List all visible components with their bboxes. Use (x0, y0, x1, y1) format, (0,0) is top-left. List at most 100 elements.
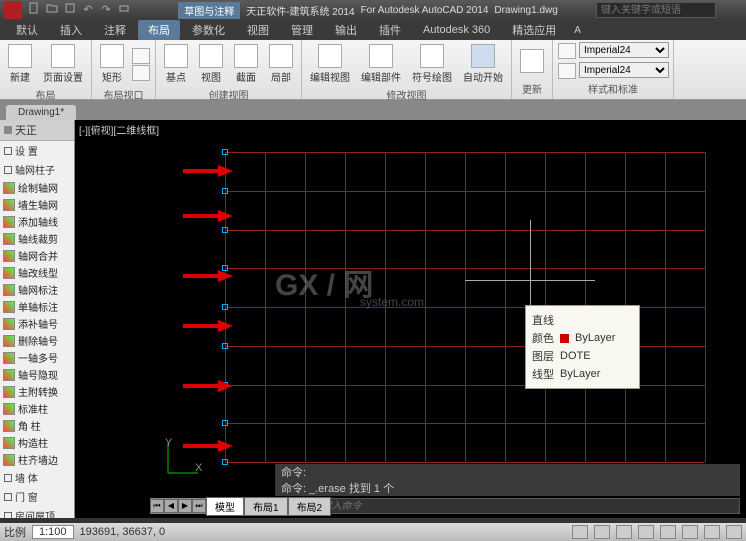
symbol-button[interactable]: 符号绘图 (408, 42, 456, 86)
proj-view-button[interactable]: 视图 (195, 42, 227, 86)
base-view-button[interactable]: 基点 (160, 42, 192, 86)
status-btn[interactable] (572, 525, 588, 539)
tab-annotate[interactable]: 注释 (94, 20, 136, 40)
tab-featured[interactable]: 精选应用 (502, 20, 566, 40)
style2-icon[interactable] (558, 63, 576, 79)
layout-prev-icon[interactable]: ◀ (164, 499, 178, 513)
layout-last-icon[interactable]: ⏭ (192, 499, 206, 513)
tab-a360[interactable]: Autodesk 360 (413, 22, 500, 38)
layout-tab-1[interactable]: 布局1 (244, 497, 288, 516)
sidebar-section[interactable]: 轴网柱子 (0, 160, 74, 179)
sidebar-list: 设 置轴网柱子绘制轴网墙生轴网添加轴线轴线裁剪轴网合并轴改线型轴网标注单轴标注添… (0, 141, 74, 518)
edit-comp-button[interactable]: 编辑部件 (357, 42, 405, 86)
tab-default[interactable]: 默认 (6, 20, 48, 40)
update-button[interactable] (516, 47, 548, 75)
qat-save-icon[interactable] (62, 2, 78, 18)
sidebar-item[interactable]: 柱齐墙边 (0, 451, 74, 468)
qat-new-icon[interactable] (26, 2, 42, 18)
style-select-2[interactable]: Imperial24 (579, 62, 669, 78)
sidebar-item[interactable]: 轴号隐现 (0, 366, 74, 383)
edit-view-button[interactable]: 编辑视图 (306, 42, 354, 86)
obj-vp-button[interactable] (132, 65, 150, 81)
new-layout-button[interactable]: 新建 (4, 42, 36, 86)
sidebar-section[interactable]: 房间屋顶 (0, 506, 74, 518)
tab-view[interactable]: 视图 (237, 20, 279, 40)
annotation-arrow-icon (183, 320, 233, 332)
draw-vp-button[interactable] (132, 48, 150, 64)
sidebar-section[interactable]: 墙 体 (0, 468, 74, 487)
sidebar-item[interactable]: 绘制轴网 (0, 179, 74, 196)
status-btn[interactable] (726, 525, 742, 539)
sidebar-item[interactable]: 构造柱 (0, 434, 74, 451)
layout-next-icon[interactable]: ▶ (178, 499, 192, 513)
viewport-label[interactable]: [-][俯视][二维线框] (79, 122, 159, 137)
layout-tab-model[interactable]: 模型 (206, 497, 244, 516)
status-btn[interactable] (660, 525, 676, 539)
tab-parametric[interactable]: 参数化 (182, 20, 235, 40)
sidebar-item[interactable]: 标准柱 (0, 400, 74, 417)
qat-print-icon[interactable] (116, 2, 132, 18)
status-btn[interactable] (616, 525, 632, 539)
scale-value[interactable]: 1:100 (32, 525, 74, 539)
ucs-icon[interactable]: XY (163, 438, 203, 478)
status-btn[interactable] (682, 525, 698, 539)
tt-key: 颜色 (532, 330, 554, 346)
sidebar-item[interactable]: 轴网标注 (0, 281, 74, 298)
tab-layout[interactable]: 布局 (138, 20, 180, 40)
sidebar-item[interactable]: 墙生轴网 (0, 196, 74, 213)
grip-icon[interactable] (222, 149, 228, 155)
sidebar-item[interactable]: 角 柱 (0, 417, 74, 434)
layout-first-icon[interactable]: ⏮ (150, 499, 164, 513)
sidebar-item[interactable]: 单轴标注 (0, 298, 74, 315)
app-icon[interactable] (4, 1, 22, 19)
file-tab[interactable]: Drawing1* (6, 105, 76, 120)
qat-redo-icon[interactable]: ↷ (98, 2, 114, 18)
sidebar-item[interactable]: 删除轴号 (0, 332, 74, 349)
help-search-input[interactable] (596, 2, 716, 18)
svg-text:X: X (195, 462, 203, 474)
auto-start-button[interactable]: 自动开始 (459, 42, 507, 86)
sidebar-item[interactable]: 轴改线型 (0, 264, 74, 281)
tab-insert[interactable]: 插入 (50, 20, 92, 40)
tab-output[interactable]: 输出 (325, 20, 367, 40)
grip-icon[interactable] (222, 420, 228, 426)
sidebar-item[interactable]: 主附转换 (0, 383, 74, 400)
ribbon-group-modifyview: 编辑视图 编辑部件 符号绘图 自动开始 修改视图 (302, 40, 512, 99)
status-btn[interactable] (704, 525, 720, 539)
qat-open-icon[interactable] (44, 2, 60, 18)
tab-manage[interactable]: 管理 (281, 20, 323, 40)
style-select-1[interactable]: Imperial24 (579, 42, 669, 58)
ribbon-group-label: 创建视图 (160, 86, 297, 103)
tooltip-title: 直线 (532, 312, 633, 328)
detail-button[interactable]: 局部 (265, 42, 297, 86)
page-setup-button[interactable]: 页面设置 (39, 42, 87, 86)
grip-icon[interactable] (222, 459, 228, 465)
section-button[interactable]: 截面 (230, 42, 262, 86)
grip-icon[interactable] (222, 188, 228, 194)
sidebar-section[interactable]: 设 置 (0, 141, 74, 160)
sidebar-item[interactable]: 添补轴号 (0, 315, 74, 332)
sidebar-section[interactable]: 门 窗 (0, 487, 74, 506)
rect-vp-button[interactable]: 矩形 (96, 42, 128, 86)
grip-icon[interactable] (222, 343, 228, 349)
sidebar-item[interactable]: 添加轴线 (0, 213, 74, 230)
sidebar-item[interactable]: 轴线裁剪 (0, 230, 74, 247)
workspace-label[interactable]: 草图与注释 (178, 2, 240, 19)
tab-plugins[interactable]: 插件 (369, 20, 411, 40)
sidebar-title[interactable]: 天正 (0, 120, 74, 141)
status-bar: 比例 1:100 193691, 36637, 0 (0, 523, 746, 541)
layout-tab-2[interactable]: 布局2 (288, 497, 332, 516)
drawing-canvas[interactable]: [-][俯视][二维线框] GX / 网 system.com 直线 颜色ByL… (75, 120, 746, 518)
tab-extra[interactable]: A (568, 24, 587, 37)
file-tab-bar: Drawing1* (0, 100, 746, 120)
command-input[interactable] (322, 501, 735, 512)
status-btn[interactable] (638, 525, 654, 539)
sidebar-item[interactable]: 轴网合并 (0, 247, 74, 264)
grip-icon[interactable] (222, 227, 228, 233)
status-btn[interactable] (594, 525, 610, 539)
grip-icon[interactable] (222, 304, 228, 310)
qat-undo-icon[interactable]: ↶ (80, 2, 96, 18)
sidebar-item[interactable]: 一轴多号 (0, 349, 74, 366)
ribbon-tabs: 默认 插入 注释 布局 参数化 视图 管理 输出 插件 Autodesk 360… (0, 20, 746, 40)
style1-icon[interactable] (558, 43, 576, 59)
